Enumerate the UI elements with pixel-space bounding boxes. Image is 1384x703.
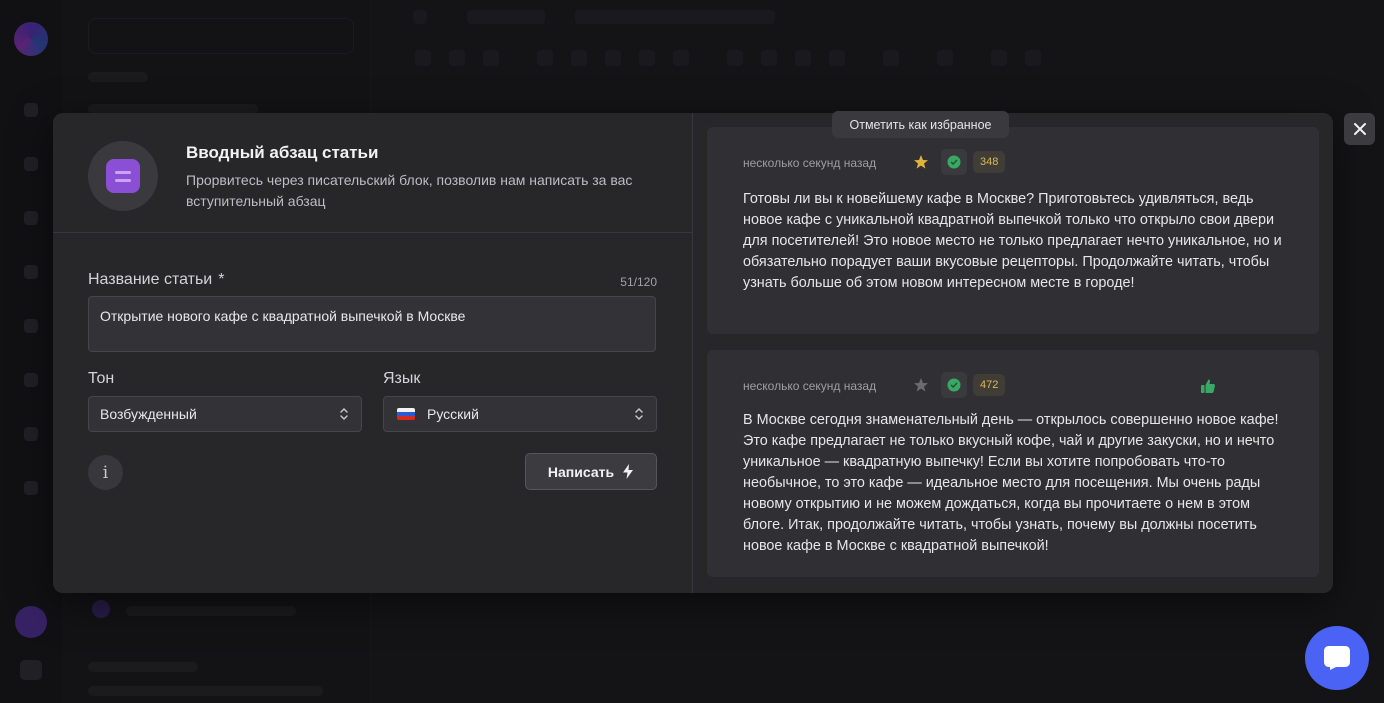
check-icon[interactable]	[941, 372, 967, 398]
tool-description: Прорвитесь через писательский блок, позв…	[186, 172, 633, 209]
result-card: несколько секунд назад 348 Готовы ли вы …	[707, 127, 1319, 334]
results-pane: несколько секунд назад 348 Готовы ли вы …	[693, 113, 1333, 593]
intro-paragraph-modal: Вводный абзац статьи Прорвитесь через пи…	[53, 113, 1333, 593]
result-timestamp: несколько секунд назад	[743, 156, 877, 170]
info-button[interactable]: i	[88, 455, 123, 490]
language-select[interactable]: Русский	[383, 396, 657, 432]
result-text: Готовы ли вы к новейшему кафе в Москве? …	[743, 191, 1282, 291]
star-outline-icon[interactable]	[913, 377, 929, 393]
chevron-updown-icon	[635, 407, 643, 421]
favorite-tooltip: Отметить как избранное	[832, 111, 1009, 138]
check-icon[interactable]	[941, 149, 967, 175]
article-title-label: Название статьи *	[88, 271, 224, 289]
write-button[interactable]: Написать	[525, 453, 657, 490]
thumbs-up-icon[interactable]	[1200, 378, 1216, 394]
info-icon: i	[102, 462, 109, 483]
lightning-icon	[623, 464, 634, 479]
chat-widget-button[interactable]	[1305, 626, 1369, 690]
tool-header: Вводный абзац статьи Прорвитесь через пи…	[53, 113, 692, 233]
russia-flag-icon	[397, 408, 415, 420]
score-badge: 472	[973, 374, 1006, 396]
character-counter: 51/120	[620, 275, 657, 289]
result-card: несколько секунд назад 472 В Москве сего…	[707, 350, 1319, 577]
chevron-updown-icon	[340, 407, 348, 421]
required-mark: *	[218, 271, 225, 288]
result-text: В Москве сегодня знаменательный день — о…	[743, 412, 1279, 554]
tone-select[interactable]: Возбужденный	[88, 396, 362, 432]
result-timestamp: несколько секунд назад	[743, 379, 877, 393]
close-icon	[1353, 123, 1366, 135]
tone-label: Тон	[88, 370, 115, 387]
write-button-label: Написать	[547, 463, 615, 480]
tool-icon-square	[106, 159, 140, 193]
language-label: Язык	[383, 370, 421, 387]
form-pane: Вводный абзац статьи Прорвитесь через пи…	[53, 113, 693, 593]
star-filled-icon[interactable]	[913, 154, 929, 170]
icon-line	[115, 170, 131, 174]
tone-value: Возбужденный	[100, 406, 197, 422]
language-value: Русский	[427, 406, 479, 422]
article-title-label-text: Название статьи	[88, 271, 213, 288]
score-badge: 348	[973, 151, 1006, 173]
tool-title: Вводный абзац статьи	[186, 143, 379, 162]
close-button[interactable]	[1344, 113, 1375, 145]
icon-line	[115, 178, 131, 182]
chat-bubble-icon	[1324, 646, 1350, 670]
document-lines-icon	[88, 141, 158, 211]
article-title-input[interactable]: Открытие нового кафе с квадратной выпечк…	[88, 296, 656, 352]
